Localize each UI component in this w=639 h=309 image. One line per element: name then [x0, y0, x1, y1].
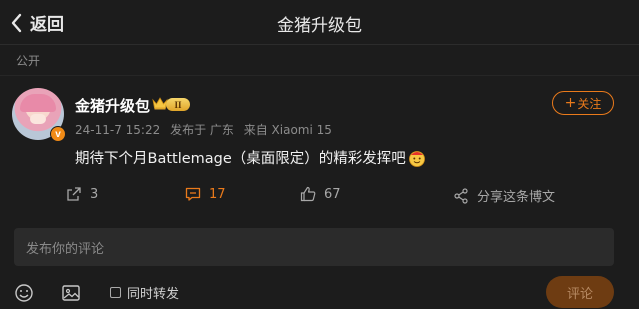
emoji-icon[interactable] [14, 283, 34, 303]
top-bar: 返回 金猪升级包 [0, 0, 639, 44]
share-label: 分享这条博文 [477, 190, 556, 205]
like-button[interactable]: 67 [300, 186, 341, 202]
visibility-label: 公开 [16, 54, 41, 68]
fortune-smiley-emoji-icon [408, 150, 425, 167]
like-count: 67 [324, 186, 341, 202]
repost-checkbox[interactable]: 同时转发 [110, 283, 179, 302]
post-device[interactable]: 来自 Xiaomi 15 [244, 123, 332, 137]
comment-placeholder: 发布你的评论 [26, 241, 105, 257]
image-icon[interactable] [61, 283, 81, 303]
comment-button[interactable]: 17 [185, 186, 226, 202]
action-bar: 3 17 67 分享这条博文 [0, 186, 639, 208]
thumbs-up-icon [300, 186, 316, 202]
follow-label: 关注 [577, 96, 602, 111]
comment-input[interactable]: 发布你的评论 [14, 228, 614, 266]
post-content: 期待下个月Battlemage（桌面限定）的精彩发挥吧 [75, 147, 426, 168]
username[interactable]: 金猪升级包 [75, 95, 150, 116]
repost-button[interactable]: 3 [66, 186, 98, 202]
composer-toolbar: 同时转发 评论 [0, 276, 639, 309]
share-icon [454, 187, 468, 204]
post-location: 发布于 广东 [170, 123, 234, 137]
verified-badge: v [50, 126, 66, 142]
follow-button[interactable]: + 关注 [552, 91, 614, 115]
repost-checkbox-label: 同时转发 [127, 287, 180, 302]
page-title: 金猪升级包 [277, 16, 362, 36]
level-badge: II [166, 98, 190, 111]
post-time: 24-11-7 15:22 [75, 123, 161, 137]
comment-icon [185, 187, 201, 201]
share-button[interactable]: 分享这条博文 [453, 186, 555, 205]
repost-icon [67, 187, 81, 201]
header-divider [0, 44, 639, 45]
section-divider [0, 75, 639, 76]
repost-count: 3 [90, 186, 99, 202]
submit-comment-button[interactable]: 评论 [546, 276, 614, 308]
post-meta: 24-11-7 15:22 发布于 广东 来自 Xiaomi 15 [75, 121, 338, 138]
comment-count: 17 [209, 186, 226, 202]
plus-icon: + [564, 95, 577, 111]
post-text: 期待下个月Battlemage（桌面限定）的精彩发挥吧 [75, 151, 406, 167]
checkbox-box[interactable] [110, 287, 121, 298]
